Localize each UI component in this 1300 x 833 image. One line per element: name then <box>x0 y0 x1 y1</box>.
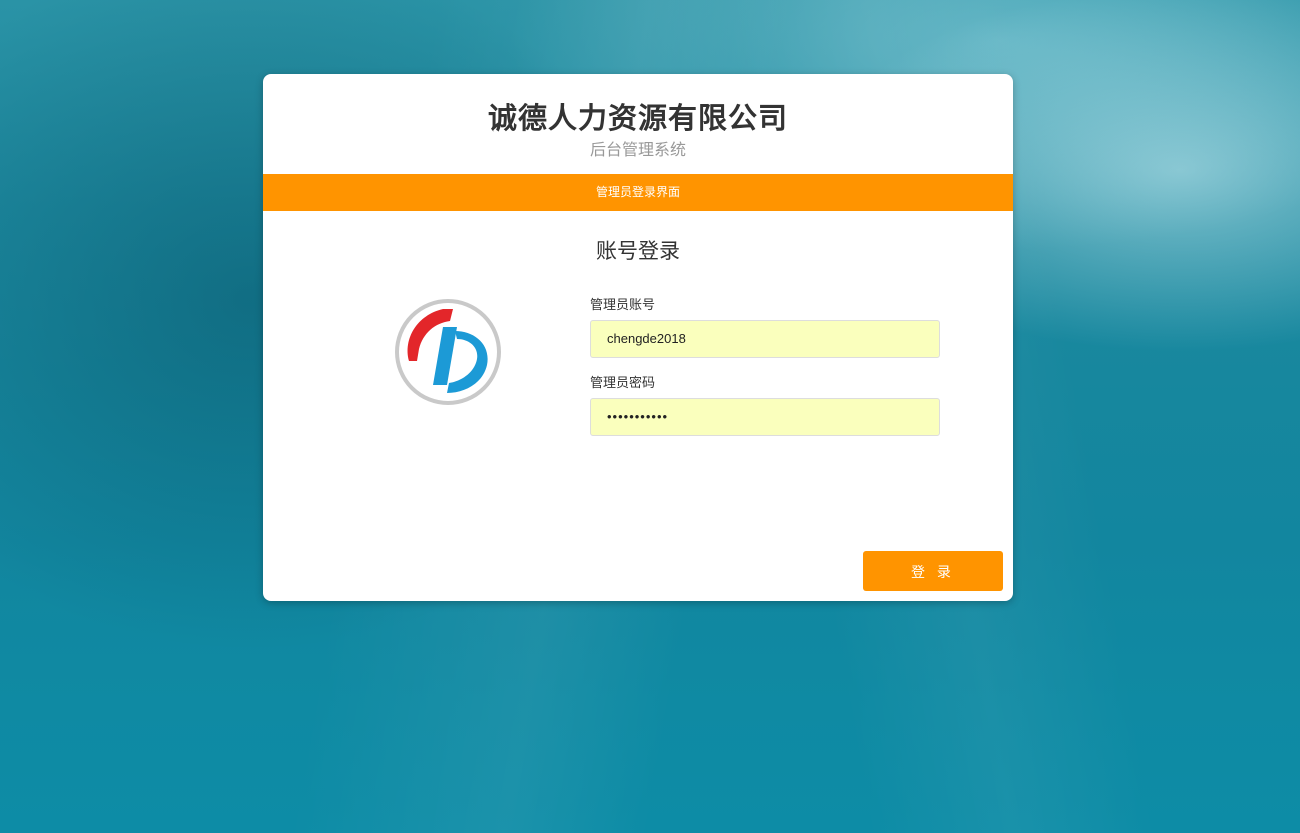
password-label: 管理员密码 <box>590 375 656 390</box>
account-input[interactable] <box>590 320 940 358</box>
login-card: 诚德人力资源有限公司 后台管理系统 管理员登录界面 账号登录 管理员账号 管理员… <box>263 74 1013 601</box>
company-name: 诚德人力资源有限公司 <box>487 103 788 135</box>
system-subtitle: 后台管理系统 <box>589 142 686 159</box>
password-input[interactable] <box>590 398 940 436</box>
account-label: 管理员账号 <box>590 297 656 312</box>
login-button[interactable]: 登 录 <box>863 551 1003 591</box>
login-title: 账号登录 <box>596 240 680 263</box>
card-header: 诚德人力资源有限公司 后台管理系统 <box>263 74 1013 174</box>
admin-login-banner: 管理员登录界面 <box>263 174 1013 211</box>
company-logo-icon <box>395 299 501 405</box>
